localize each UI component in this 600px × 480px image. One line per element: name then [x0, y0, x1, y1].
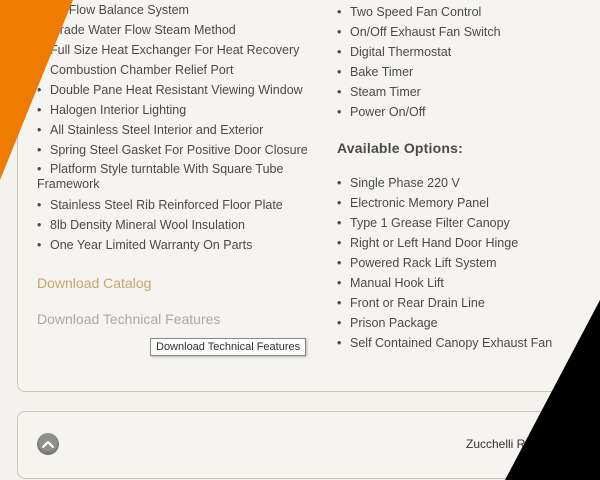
orange-corner-shape [0, 0, 73, 180]
black-corner-shape [505, 300, 600, 480]
decorative-shapes [0, 0, 600, 480]
